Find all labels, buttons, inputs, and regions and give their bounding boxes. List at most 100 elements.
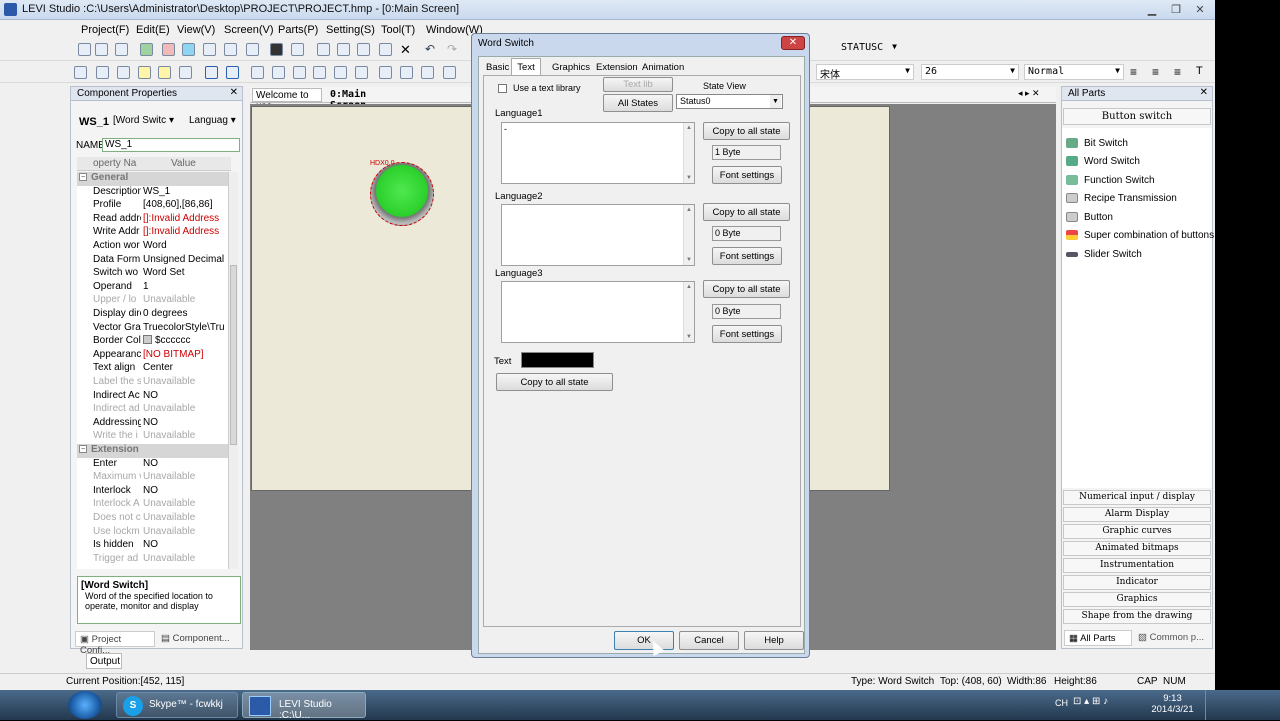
category-graphics[interactable]: Graphics	[1063, 592, 1211, 607]
property-row[interactable]: Maximum v Unavailable	[77, 471, 231, 485]
open-icon[interactable]	[95, 43, 108, 56]
property-row[interactable]: Operand 1	[77, 281, 231, 295]
property-row[interactable]: − General	[77, 172, 231, 186]
all-states-button[interactable]: All States	[603, 94, 673, 112]
align-top-icon[interactable]	[313, 66, 326, 79]
state-combo[interactable]: STATUSC ▼	[838, 41, 900, 57]
language2-copy-button[interactable]: Copy to all state	[703, 203, 790, 221]
property-row[interactable]: − Extension	[77, 444, 231, 458]
category-graphic-curves[interactable]: Graphic curves	[1063, 524, 1211, 539]
property-row[interactable]: Interlock NO	[77, 485, 231, 499]
size-combo[interactable]: 26 ▼	[921, 64, 1019, 80]
tab-animation[interactable]: Animation	[642, 62, 684, 73]
tab-extension[interactable]: Extension	[596, 62, 638, 73]
cut-icon[interactable]	[317, 43, 330, 56]
part-super-combination[interactable]: Super combination of buttons	[1066, 227, 1214, 243]
close-icon[interactable]: ✕	[1189, 2, 1211, 17]
taskbar-skype[interactable]: S Skype™ - fcwkkj	[116, 692, 238, 718]
group-icon[interactable]	[96, 66, 109, 79]
restore-icon[interactable]: ❐	[1165, 2, 1187, 17]
language3-scrollbar[interactable]	[683, 282, 694, 342]
screen-icon[interactable]	[140, 43, 153, 56]
property-row[interactable]: Switch wo Word Set	[77, 267, 231, 281]
layer-icon[interactable]	[203, 43, 216, 56]
language3-textarea[interactable]	[501, 281, 695, 343]
tab-text[interactable]: Text	[511, 58, 541, 75]
language3-font-button[interactable]: Font settings	[712, 325, 782, 343]
delete-x-icon[interactable]: ✕	[400, 42, 411, 58]
tab-output[interactable]: Output	[86, 653, 122, 669]
language1-scrollbar[interactable]	[683, 123, 694, 183]
window-icon[interactable]	[182, 43, 195, 56]
align-center-icon[interactable]	[272, 66, 285, 79]
property-row[interactable]: Does not c Unavailable	[77, 512, 231, 526]
align-icon[interactable]	[74, 66, 87, 79]
copy-screen-icon[interactable]	[115, 43, 128, 56]
property-row[interactable]: Vector Gra TruecolorStyle\Tru	[77, 322, 231, 336]
back-icon[interactable]	[158, 66, 171, 79]
move-left-icon[interactable]	[421, 66, 434, 79]
language2-textarea[interactable]	[501, 204, 695, 266]
language2-font-button[interactable]: Font settings	[712, 247, 782, 265]
property-row[interactable]: Label the s Unavailable	[77, 376, 231, 390]
copy-icon[interactable]	[337, 43, 350, 56]
category-animated-bitmaps[interactable]: Animated bitmaps	[1063, 541, 1211, 556]
language1-textarea[interactable]: -	[501, 122, 695, 184]
redo-icon[interactable]: ↷	[447, 42, 457, 56]
new-icon[interactable]	[78, 43, 91, 56]
property-row[interactable]: Data Form Unsigned Decimal	[77, 254, 231, 268]
move-up-icon[interactable]	[400, 66, 413, 79]
menu-project[interactable]: Project(F)	[81, 24, 129, 36]
language3-copy-button[interactable]: Copy to all state	[703, 280, 790, 298]
use-text-library-checkbox[interactable]	[498, 84, 507, 93]
property-row[interactable]: Text align Center	[77, 362, 231, 376]
word-switch-widget[interactable]	[370, 162, 434, 226]
part-bit-switch[interactable]: Bit Switch	[1066, 135, 1128, 151]
tab-project-config[interactable]: ▣ Project Confi...	[75, 631, 155, 656]
align-text-center-icon[interactable]: ≡	[1152, 65, 1159, 79]
property-row[interactable]: Indirect ad Unavailable	[77, 403, 231, 417]
property-row[interactable]: Profile [408,60],[86,86]	[77, 199, 231, 213]
property-row[interactable]: Trigger ad Unavailable	[77, 553, 231, 567]
text-copy-button[interactable]: Copy to all state	[496, 373, 613, 391]
scroll-thumb[interactable]	[230, 265, 237, 445]
property-row[interactable]: Action wor Word	[77, 240, 231, 254]
grid-icon[interactable]	[179, 66, 192, 79]
cancel-button[interactable]: Cancel	[679, 631, 739, 650]
move-right-icon[interactable]	[443, 66, 456, 79]
tab-main-screen[interactable]: 0:Main Screen	[327, 88, 409, 111]
minimize-icon[interactable]: ▁	[1141, 2, 1163, 17]
move-icon[interactable]	[379, 66, 392, 79]
clock[interactable]: 9:13 2014/3/21	[1150, 693, 1195, 715]
category-numerical[interactable]: Numerical input / display	[1063, 490, 1211, 505]
property-row[interactable]: Write Addr []:Invalid Address	[77, 226, 231, 240]
property-grid[interactable]: − General Description WS_1 Profile [408,60],[…	[77, 172, 231, 569]
flip-icon[interactable]	[226, 66, 239, 79]
property-row[interactable]: Appearanc [NO BITMAP]	[77, 349, 231, 363]
property-row[interactable]: Use lockm Unavailable	[77, 526, 231, 540]
tab-all-parts[interactable]: ▦ All Parts	[1064, 630, 1132, 646]
front-icon[interactable]	[138, 66, 151, 79]
language2-scrollbar[interactable]	[683, 205, 694, 265]
property-row[interactable]: Read addre []:Invalid Address	[77, 213, 231, 227]
category-button-switch[interactable]: Button switch	[1063, 108, 1211, 125]
property-row[interactable]: Write the i Unavailable	[77, 430, 231, 444]
menu-edit[interactable]: Edit(E)	[136, 24, 170, 36]
collapse-icon[interactable]: −	[79, 173, 87, 181]
text-icon[interactable]: T	[1196, 65, 1203, 77]
tab-basic[interactable]: Basic	[486, 62, 509, 73]
layer3-icon[interactable]	[246, 43, 259, 56]
undo-icon[interactable]: ↶	[425, 42, 435, 56]
style-combo[interactable]: Normal ▼	[1024, 64, 1124, 80]
align-right-icon[interactable]	[293, 66, 306, 79]
property-row[interactable]: Upper / lo Unavailable	[77, 294, 231, 308]
language-combo[interactable]: Languag ▾	[189, 115, 237, 130]
property-row[interactable]: Addressing NO	[77, 417, 231, 431]
property-row[interactable]: Border Col $cccccc	[77, 335, 231, 349]
rotate-icon[interactable]	[205, 66, 218, 79]
property-scrollbar[interactable]	[228, 172, 238, 569]
ungroup-icon[interactable]	[117, 66, 130, 79]
part-button[interactable]: Button	[1066, 209, 1113, 225]
dialog-close-icon[interactable]: ✕	[781, 36, 805, 50]
part-slider-switch[interactable]: Slider Switch	[1066, 246, 1142, 262]
